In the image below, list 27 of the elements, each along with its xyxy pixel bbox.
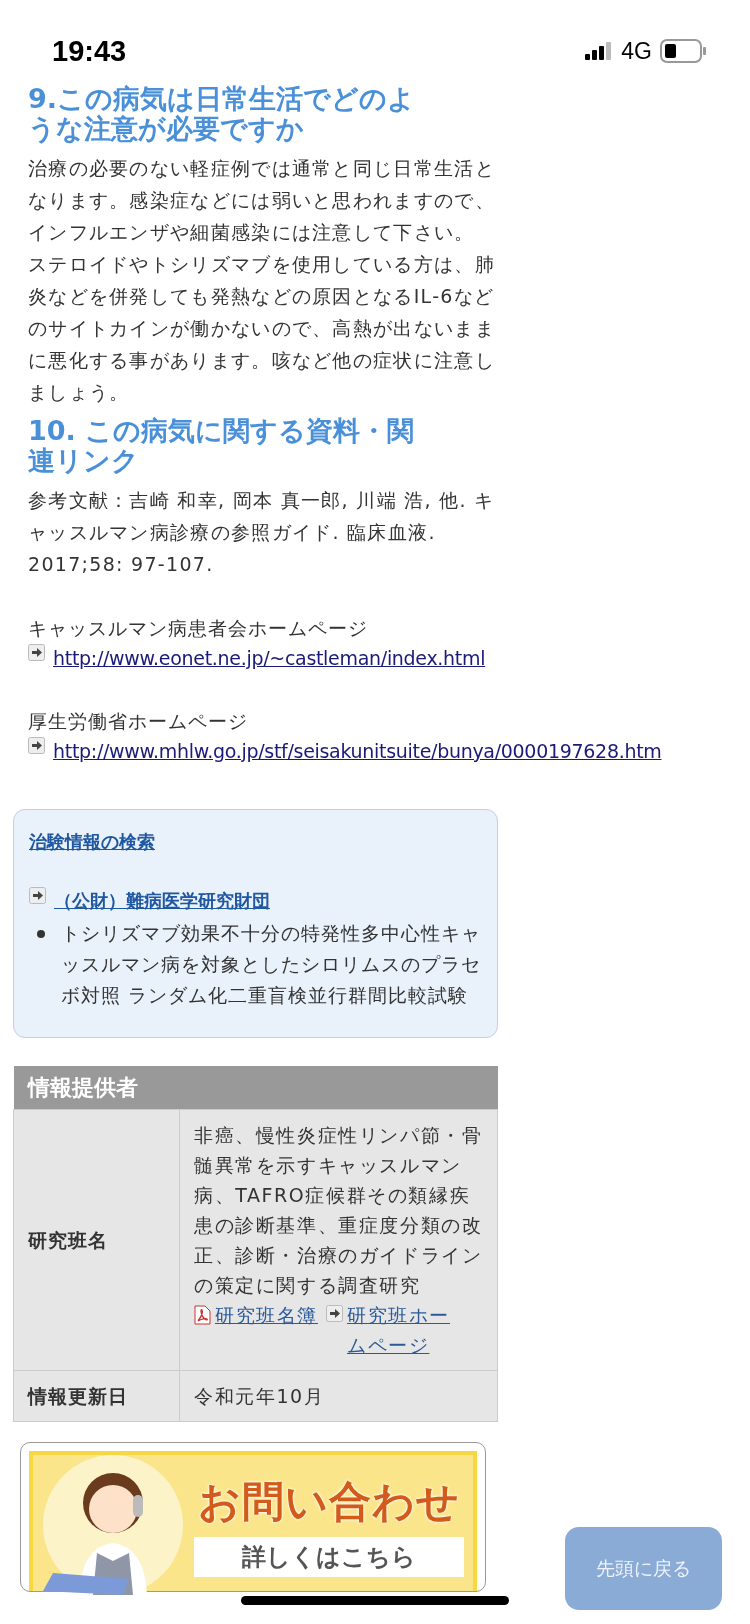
row-value: 令和元年10月	[179, 1370, 498, 1422]
banner-title: お問い合わせ	[198, 1475, 460, 1528]
trial-search-link[interactable]: 治験情報の検索	[29, 828, 155, 855]
table-link[interactable]: 研究班名簿	[215, 1300, 318, 1330]
battery-icon	[660, 39, 706, 64]
row-value: 非癌、慢性炎症性リンパ節・骨髄異常を示すキャッスルマン病、TAFRO症候群その類縁疾患の診断基準、重症度分類の改正、診断・治療のガイドラインの策定に関する調査研究	[194, 1123, 483, 1298]
url-link[interactable]: http://www.eonet.ne.jp/~castleman/index.html	[53, 644, 486, 673]
signal-icon	[585, 42, 614, 61]
details-button[interactable]: 詳しくはこちら	[194, 1536, 464, 1577]
trial-item: トシリズマブ効果不十分の特発性多中心性キャッスルマン病を対象としたシロリムスのプラセボ対照 ランダム化二重盲検並行群間比較試験	[61, 921, 481, 1008]
organization-link[interactable]: （公財）難病医学研究財団	[54, 887, 270, 914]
table-header: 情報提供者	[13, 1066, 498, 1110]
pdf-icon	[194, 1305, 211, 1325]
body-paragraph: 参考文献：吉崎 和幸, 岡本 真一郎, 川端 浩, 他. キャッスルマン病診療の参照ガイド. 臨床血液. 2017;58: 97-107.	[28, 488, 496, 577]
section-heading: 10. この病気に関する資料・関連リンク	[28, 416, 416, 476]
link-label: 厚生労働省ホームページ	[28, 708, 248, 734]
url-link[interactable]: http://www.mhlw.go.jp/stf/seisakunitsuite/bunya/0000197628.htm	[53, 736, 662, 765]
link-label: キャッスルマン病患者会ホームページ	[28, 616, 368, 641]
network-label: 4G	[621, 37, 652, 66]
status-time: 19:43	[52, 34, 127, 69]
row-label: 研究班名	[13, 1109, 180, 1371]
bullet-icon	[37, 930, 45, 938]
section-heading: 9.この病気は日常生活でどのような注意が必要ですか	[28, 84, 417, 144]
row-label: 情報更新日	[13, 1370, 180, 1422]
table-link[interactable]: 研究班ホームページ	[347, 1300, 467, 1360]
body-paragraph: ステロイドやトシリズマブを使用している方は、肺炎などを併発しても発熱などの原因となるIL-6などのサイトカインが働かないので、高熱が出ないままに悪化する事があります。咳など他の症状に注意しましょう。	[28, 252, 496, 405]
body-paragraph: 治療の必要のない軽症例では通常と同じ日常生活となります。感染症などには弱いと思われますので、インフルエンザや細菌感染には注意して下さい。	[28, 156, 496, 245]
